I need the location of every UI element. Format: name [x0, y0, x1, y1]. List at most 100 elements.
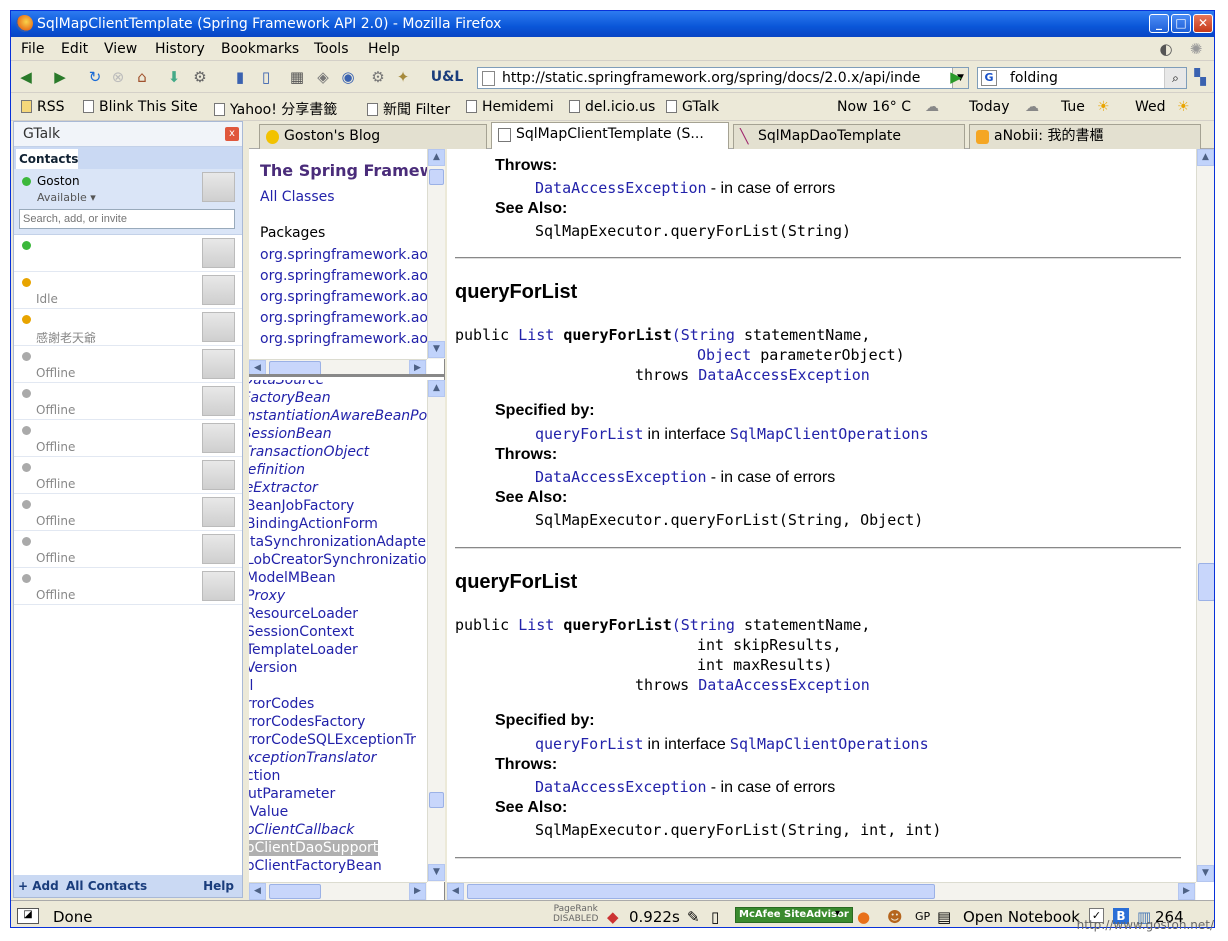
scroll-thumb[interactable] — [1198, 563, 1214, 601]
class-link[interactable]: gResourceLoader — [249, 606, 358, 622]
go-icon[interactable]: ▶ — [947, 68, 965, 86]
scroll-left-icon[interactable]: ◀ — [249, 883, 266, 900]
pagerank-widget[interactable]: PageRank DISABLED — [553, 904, 598, 924]
search-icon[interactable]: ⌕ — [1164, 68, 1186, 88]
avatar[interactable] — [202, 497, 235, 527]
package-hscrollbar[interactable]: ◀ ▶ — [249, 359, 427, 374]
bookmark-hemidemi[interactable]: Hemidemi — [466, 99, 554, 115]
tab-sqlmapclienttemplate[interactable]: SqlMapClientTemplate (S... — [491, 122, 729, 150]
avatar[interactable] — [202, 275, 235, 305]
contact-search-input[interactable] — [19, 209, 235, 229]
scroll-thumb[interactable] — [269, 884, 321, 899]
scroll-thumb[interactable] — [429, 169, 444, 185]
contact-row[interactable]: Idle — [14, 272, 242, 309]
avatar[interactable] — [202, 172, 235, 202]
class-link[interactable]: Definition — [249, 462, 305, 478]
rss-icon[interactable]: ◉ — [339, 68, 357, 86]
class-link[interactable]: gJtaSynchronizationAdapte — [249, 534, 426, 550]
edit-icon[interactable]: ✎ — [687, 908, 700, 926]
contact-row[interactable]: Offline — [14, 420, 242, 457]
bookmark-rss[interactable]: RSS — [21, 99, 65, 115]
class-link[interactable]: tFactoryBean — [249, 390, 331, 406]
scroll-up-icon[interactable]: ▲ — [1197, 149, 1214, 166]
menu-help[interactable]: Help — [368, 41, 400, 57]
class-link[interactable]: gBindingActionForm — [249, 516, 378, 532]
scroll-up-icon[interactable]: ▲ — [428, 149, 445, 166]
package-link[interactable]: org.springframework.aop — [260, 289, 437, 305]
class-link[interactable]: gSessionContext — [249, 624, 354, 640]
contact-row[interactable]: Offline — [14, 457, 242, 494]
scroll-down-icon[interactable]: ▼ — [1197, 865, 1214, 882]
scroll-left-icon[interactable]: ◀ — [447, 883, 464, 900]
avatar[interactable] — [202, 238, 235, 268]
contact-row[interactable]: Offline — [14, 494, 242, 531]
class-link[interactable]: lbValue — [249, 804, 288, 820]
my-status-select[interactable]: Available ▾ — [37, 191, 96, 204]
minimize-button[interactable]: _ — [1149, 14, 1169, 33]
page-icon[interactable]: ▯ — [711, 908, 719, 926]
close-icon[interactable]: x — [225, 127, 239, 141]
class-link[interactable]: OutParameter — [249, 786, 335, 802]
search-box[interactable]: G folding ⌕ — [977, 67, 1187, 89]
tag-icon[interactable]: ◈ — [314, 68, 332, 86]
package-vscrollbar[interactable]: ▲ ▼ — [427, 149, 445, 359]
reload-icon[interactable]: ↻ — [86, 68, 104, 86]
extra-icon[interactable]: ▚ — [1191, 68, 1209, 86]
menu-bookmarks[interactable]: Bookmarks — [221, 41, 299, 57]
tab-sqlmapdaotemplate[interactable]: ╲ SqlMapDaoTemplate — [733, 124, 965, 149]
class-link[interactable]: nction — [249, 768, 280, 784]
gp-button[interactable]: GP — [915, 910, 930, 923]
class-link[interactable]: apClientCallback — [249, 822, 354, 838]
scroll-down-icon[interactable]: ▼ — [428, 341, 445, 358]
stop-icon[interactable]: ⊗ — [109, 68, 127, 86]
contact-row[interactable] — [14, 235, 242, 272]
menu-history[interactable]: History — [155, 41, 205, 57]
class-link[interactable]: ExceptionTranslator — [249, 750, 376, 766]
tools-icon[interactable]: ⚙ — [191, 68, 209, 86]
avatar[interactable] — [202, 460, 235, 490]
contact-row[interactable]: 感謝老天爺 — [14, 309, 242, 346]
dropdown-icon[interactable]: ▾ — [835, 908, 840, 919]
class-link[interactable]: gBeanJobFactory — [249, 498, 354, 514]
bookmark-delicious[interactable]: del.icio.us — [569, 99, 655, 115]
weather-wed[interactable]: Wed — [1135, 99, 1166, 115]
avatar[interactable] — [202, 571, 235, 601]
package-link[interactable]: org.springframework.aop — [260, 331, 437, 347]
bookmark-gtalk[interactable]: GTalk — [666, 99, 719, 115]
bookmark-blink[interactable]: Blink This Site — [83, 99, 198, 115]
uql-button[interactable]: U&L — [427, 68, 467, 86]
search-input[interactable]: folding — [1010, 70, 1058, 86]
class-link[interactable]: gProxy — [249, 588, 285, 604]
class-link[interactable]: apClientDaoSupport — [249, 840, 379, 856]
search-engine-icon[interactable]: G — [981, 70, 997, 86]
help-link[interactable]: Help — [203, 875, 234, 897]
notebook-icon[interactable]: ▤ — [937, 908, 951, 926]
avatar[interactable] — [202, 534, 235, 564]
class-link[interactable]: ErrorCodesFactory — [249, 714, 365, 730]
contact-row[interactable]: Offline — [14, 531, 242, 568]
avatar[interactable] — [202, 386, 235, 416]
class-link[interactable]: tDataSource — [249, 380, 324, 388]
maximize-button[interactable]: □ — [1171, 14, 1191, 33]
weather-now[interactable]: Now 16° C — [837, 99, 911, 115]
menu-view[interactable]: View — [104, 41, 137, 57]
download-icon[interactable]: ⬇ — [165, 68, 183, 86]
class-link[interactable]: ceExtractor — [249, 480, 318, 496]
class-link[interactable]: gModelMBean — [249, 570, 336, 586]
bookmark-news-filter[interactable]: 新聞 Filter — [367, 99, 450, 119]
sidebar-icon[interactable]: ▯ — [257, 68, 275, 86]
scroll-right-icon[interactable]: ▶ — [409, 883, 426, 900]
menu-edit[interactable]: Edit — [61, 41, 88, 57]
bookmark-icon[interactable]: ▮ — [231, 68, 249, 86]
all-classes-link[interactable]: All Classes — [260, 189, 335, 205]
class-link[interactable]: apClientFactoryBean — [249, 858, 382, 874]
scroll-right-icon[interactable]: ▶ — [409, 360, 426, 374]
add-contact-button[interactable]: + Add — [18, 875, 59, 897]
firefox-icon[interactable]: ● — [857, 908, 870, 926]
url-bar[interactable]: http://static.springframework.org/spring… — [477, 67, 969, 89]
home-icon[interactable]: ⌂ — [133, 68, 151, 86]
class-vscrollbar[interactable]: ▲ ▼ — [427, 380, 445, 882]
package-link[interactable]: org.springframework.aop — [260, 247, 437, 263]
bookmark-yahoo[interactable]: Yahoo! 分享書籤 — [214, 99, 337, 119]
main-hscrollbar[interactable]: ◀ ▶ — [447, 882, 1196, 900]
